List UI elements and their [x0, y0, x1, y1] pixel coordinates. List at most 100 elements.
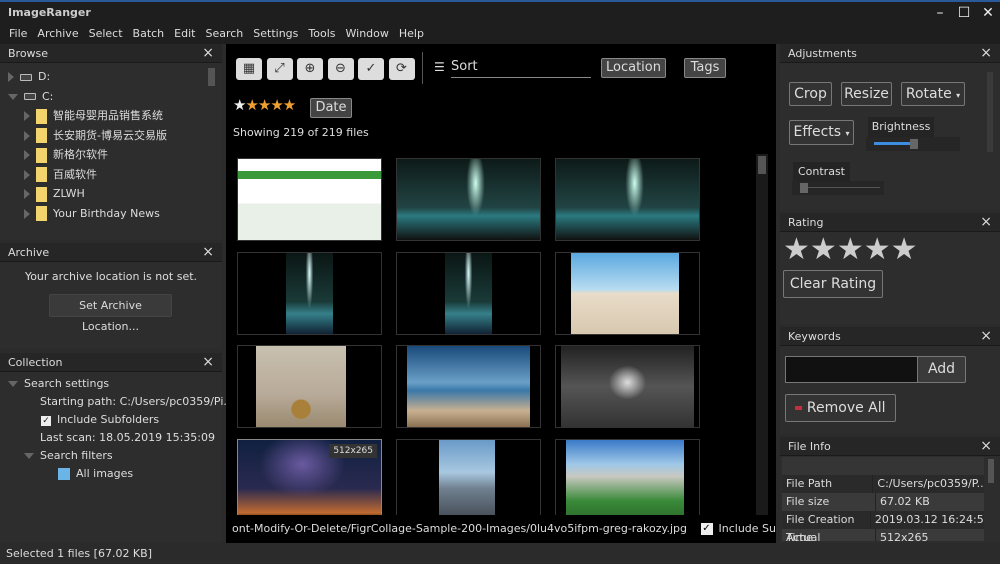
close-icon[interactable]: ×	[202, 243, 214, 262]
tags-button[interactable]: Tags	[684, 58, 726, 78]
menu-tools[interactable]: Tools	[303, 24, 340, 44]
tree-item[interactable]: Your Birthday News	[8, 204, 222, 224]
clear-rating-button[interactable]: Clear Rating	[783, 270, 883, 298]
tree-item[interactable]: 百威软件	[8, 165, 222, 185]
menu-batch[interactable]: Batch	[128, 24, 170, 44]
close-button[interactable]: ✕	[978, 4, 998, 22]
search-settings-node[interactable]: Search settings	[8, 375, 222, 393]
menu-archive[interactable]: Archive	[32, 24, 83, 44]
tree-item[interactable]: ZLWH	[8, 184, 222, 204]
path-bar: ont-Modify-Or-Delete/FigrCollage-Sample-…	[226, 515, 776, 543]
remove-all-button[interactable]: Remove All	[785, 394, 896, 422]
rating-star[interactable]: ★	[783, 232, 810, 267]
thumbnail[interactable]	[237, 158, 382, 241]
menu-select[interactable]: Select	[84, 24, 128, 44]
last-scan: Last scan: 18.05.2019 15:35:09	[40, 431, 215, 444]
label: Remove All	[806, 400, 886, 416]
tree-item-label: 智能母婴用品销售系统	[53, 109, 163, 122]
thumbnail[interactable]	[237, 251, 382, 335]
showing-count: Showing 219 of 219 files	[233, 126, 369, 139]
close-icon[interactable]: ×	[980, 44, 992, 63]
add-keyword-button[interactable]: Add	[917, 356, 966, 383]
rating-filter[interactable]: ★★★★★	[233, 96, 296, 114]
thumbnail-image	[407, 346, 530, 427]
zoom-out-button[interactable]: ⊖	[327, 58, 354, 80]
expand-icon[interactable]	[8, 72, 14, 82]
thumbnail[interactable]	[396, 438, 541, 515]
close-icon[interactable]: ×	[980, 327, 992, 346]
thumbnail[interactable]	[555, 345, 700, 428]
close-icon[interactable]: ×	[202, 353, 214, 372]
thumbnail[interactable]	[237, 345, 382, 428]
scrollbar[interactable]	[208, 68, 215, 86]
all-images-node[interactable]: All images	[8, 465, 222, 483]
tree-item[interactable]: 智能母婴用品销售系统	[8, 106, 222, 126]
keyword-input[interactable]	[785, 356, 918, 383]
thumbnail-image	[445, 252, 492, 334]
field-name: File Path	[782, 475, 874, 493]
rating-star[interactable]: ★	[891, 232, 918, 267]
effects-dropdown[interactable]: Effects ▾	[789, 120, 854, 145]
expand-icon[interactable]	[24, 111, 30, 121]
expand-icon[interactable]	[24, 208, 30, 219]
scrollbar[interactable]	[987, 72, 993, 152]
thumbnail[interactable]	[555, 251, 700, 335]
sort-field[interactable]: Sort	[451, 59, 591, 78]
brightness-slider[interactable]	[866, 137, 960, 151]
tree-item-label: C:	[42, 89, 54, 103]
thumbnail[interactable]	[555, 158, 700, 241]
check-button[interactable]: ✓	[358, 58, 384, 80]
thumbnail[interactable]: 512x265	[237, 438, 382, 515]
rating-star[interactable]: ★	[864, 232, 891, 267]
thumbnail[interactable]	[396, 251, 541, 335]
crop-button[interactable]: Crop	[789, 82, 832, 106]
menu-file[interactable]: File	[4, 24, 32, 44]
expand-icon[interactable]	[24, 453, 34, 459]
expand-icon[interactable]	[24, 150, 30, 160]
tree-item[interactable]: 新格尔软件	[8, 145, 222, 165]
expand-icon[interactable]	[24, 169, 30, 180]
close-icon[interactable]: ×	[980, 437, 992, 456]
zoom-in-button[interactable]: ⊕	[297, 58, 323, 80]
close-icon[interactable]: ×	[980, 213, 992, 232]
expand-icon[interactable]	[8, 381, 18, 387]
menu-edit[interactable]: Edit	[169, 24, 200, 44]
thumbnail[interactable]	[396, 345, 541, 428]
include-subfolders-checkbox[interactable]: ✓	[700, 523, 713, 535]
resize-button[interactable]: Resize	[841, 82, 892, 106]
rotate-dropdown[interactable]: Rotate ▾	[901, 82, 965, 106]
search-filters-node[interactable]: Search filters	[8, 447, 222, 465]
tree-item[interactable]: 长安期货-博易云交易版	[8, 126, 222, 146]
minimize-button[interactable]: –	[930, 4, 950, 22]
menu-help[interactable]: Help	[394, 24, 429, 44]
tree-item[interactable]: C:	[8, 87, 222, 107]
expand-icon[interactable]	[24, 189, 30, 199]
menu-window[interactable]: Window	[341, 24, 394, 44]
thumbnail-image	[566, 439, 684, 515]
folder-icon	[36, 206, 47, 221]
scrollbar[interactable]	[988, 459, 994, 483]
maximize-button[interactable]: ☐	[954, 4, 974, 22]
rating-star[interactable]: ★	[837, 232, 864, 267]
expand-icon[interactable]	[24, 130, 30, 141]
contrast-slider[interactable]	[792, 181, 884, 195]
set-archive-location-button[interactable]: Set Archive Location...	[49, 294, 172, 333]
thumbnail[interactable]	[555, 438, 700, 515]
grid-button[interactable]: ▦	[236, 58, 262, 80]
include-subfolders-checkbox[interactable]: ✓ Include Subfolders	[8, 411, 222, 429]
menu-search[interactable]: Search	[200, 24, 248, 44]
scrollbar[interactable]	[756, 154, 768, 515]
thumbnail[interactable]	[396, 158, 541, 241]
refresh-button[interactable]: ⟳	[388, 58, 415, 80]
rating-star[interactable]: ★	[810, 232, 837, 267]
table-row: File Creation Time 2019.03.12 16:24:53	[782, 511, 984, 541]
menu-settings[interactable]: Settings	[248, 24, 303, 44]
expand-icon[interactable]	[8, 93, 18, 100]
file-info-panel: File Info × File Path C:/Users/pc0359/P...…	[780, 437, 1000, 543]
checkbox-icon[interactable]: ✓	[41, 416, 51, 426]
fit-button[interactable]: ⤢	[266, 58, 293, 80]
location-button[interactable]: Location	[601, 58, 666, 78]
close-icon[interactable]: ×	[202, 44, 214, 63]
tree-item[interactable]: D:	[8, 67, 222, 87]
date-button[interactable]: Date	[310, 98, 352, 118]
